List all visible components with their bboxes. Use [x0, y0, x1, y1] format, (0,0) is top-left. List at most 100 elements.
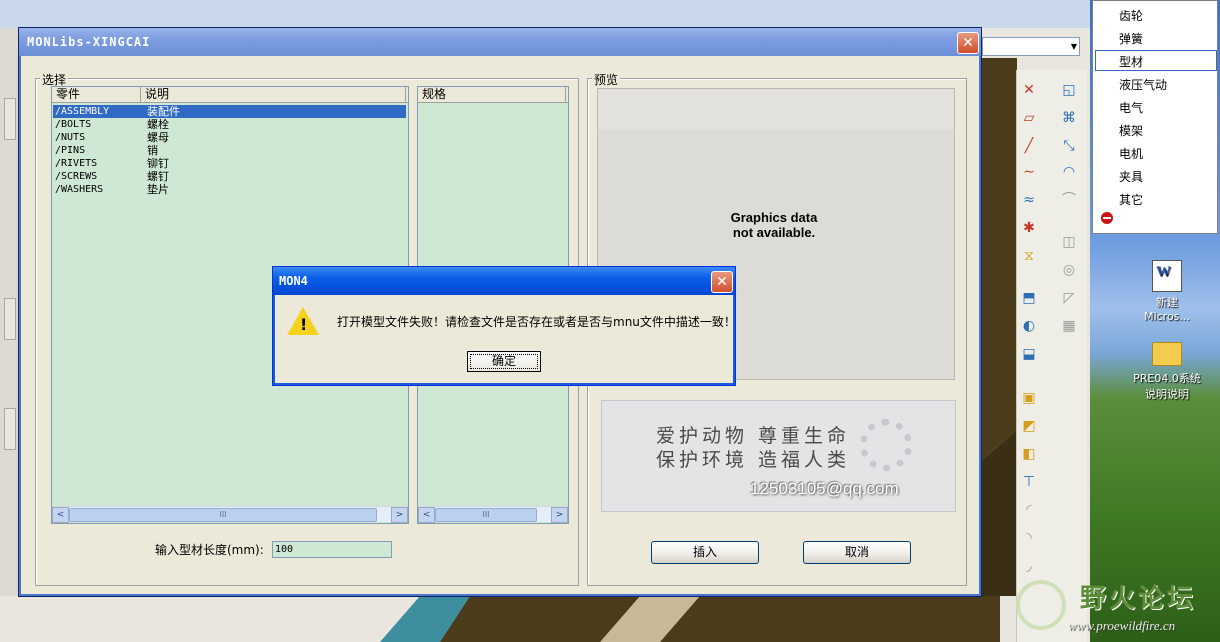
insert-button[interactable]: 插入 [651, 541, 759, 564]
curve-icon[interactable]: ∼ [1019, 162, 1039, 182]
column-header-spec[interactable]: 规格 [418, 87, 566, 102]
chamfer-icon[interactable]: ◝ [1019, 528, 1039, 548]
extrude-icon[interactable]: ⬒ [1019, 288, 1039, 308]
row-part: /WASHERS [55, 184, 104, 195]
window-close-button[interactable]: ✕ [957, 32, 979, 54]
window-titlebar[interactable]: MONLibs-XINGCAI ✕ [19, 28, 981, 56]
desktop-icon-label: Micros... [1144, 310, 1190, 323]
mirror-icon[interactable]: ◫ [1059, 232, 1079, 252]
menu-item-mold-base[interactable]: 模架 [1119, 122, 1143, 139]
shell-icon[interactable]: ◩ [1019, 416, 1039, 436]
parts-list-header: 零件 说明 [52, 87, 408, 103]
menu-item-profile[interactable]: 型材 [1119, 53, 1143, 70]
row-description: 垫片 [147, 183, 169, 196]
model-graphics-area[interactable] [982, 58, 1017, 642]
sketch-icon[interactable]: ≈ [1019, 190, 1039, 210]
stop-icon[interactable] [1101, 212, 1113, 224]
watermark-email: 12503105@qq.com [750, 479, 899, 498]
desktop-icon-label: 新建 [1156, 296, 1178, 309]
length-label: 输入型材长度(mm): [155, 543, 264, 557]
list-item[interactable]: /ASSEMBLY 装配件 [53, 105, 406, 118]
model-graphics-bottom [0, 596, 1090, 642]
row-description: 螺母 [147, 131, 169, 144]
left-panel-handle[interactable] [4, 408, 16, 450]
draft-icon[interactable]: ⊤ [1019, 472, 1039, 492]
background-toolbar-strip [0, 0, 1090, 28]
forum-watermark: 野火论坛 www.proewildfire.cn [1008, 574, 1218, 640]
category-menu: 齿轮 弹簧 型材 液压气动 电气 模架 电机 夹具 其它 [1092, 0, 1218, 234]
list-item[interactable]: /NUTS 螺母 [53, 131, 406, 144]
error-dialog-titlebar[interactable]: MON4 ✕ [273, 267, 735, 295]
row-part: /SCREWS [55, 171, 98, 182]
left-panel-handle[interactable] [4, 298, 16, 340]
fillet-icon[interactable]: ◞ [1019, 556, 1039, 576]
surface-icon[interactable]: ◠ [1059, 162, 1079, 182]
scroll-right-button[interactable]: > [391, 507, 408, 523]
right-toolbar: ✕ ◱ ▱ ⌘ ╱ ⤡ ∼ ◠ ≈ ⌒ ✱ ◫ ⧖ ◎ ◸ ⬒ ◐ ▦ ⬓ ▣ … [1016, 70, 1087, 642]
scroll-thumb[interactable]: III [69, 508, 377, 522]
coordinate-system-icon[interactable]: ✱ [1019, 218, 1039, 238]
forum-url: www.proewildfire.cn [1068, 618, 1176, 633]
menu-item-other[interactable]: 其它 [1119, 191, 1143, 208]
length-input[interactable]: 100 [272, 541, 392, 558]
hole-icon[interactable]: ▣ [1019, 388, 1039, 408]
desktop-icon-word-document[interactable]: W 新建 Micros... [1122, 260, 1212, 323]
rib-icon[interactable]: ◧ [1019, 444, 1039, 464]
column-header-part[interactable]: 零件 [52, 87, 141, 102]
scroll-left-button[interactable]: < [418, 507, 435, 523]
folder-icon [1152, 342, 1182, 366]
watermark-banner: 爱护动物 尊重生命 保护环境 造福人类 12503105@qq.com [601, 400, 956, 512]
ok-button[interactable]: 确定 [467, 351, 541, 372]
grid-icon[interactable]: ▦ [1059, 316, 1079, 336]
sweep-icon[interactable]: ⬓ [1019, 344, 1039, 364]
pattern-icon[interactable]: ⌘ [1059, 108, 1079, 128]
menu-item-motor[interactable]: 电机 [1119, 145, 1143, 162]
list-item[interactable]: /BOLTS 螺栓 [53, 118, 406, 131]
list-item[interactable]: /RIVETS 铆钉 [53, 157, 406, 170]
watermark-line-1: 爱护动物 尊重生命 [656, 425, 851, 447]
menu-item-gear[interactable]: 齿轮 [1119, 7, 1143, 24]
analysis-icon[interactable]: ⧖ [1019, 246, 1039, 266]
watermark-line-2: 保护环境 造福人类 [656, 449, 851, 471]
preview-message-line-2: not available. [732, 225, 816, 240]
datum-point-icon[interactable]: ✕ [1019, 80, 1039, 100]
menu-item-hydraulic[interactable]: 液压气动 [1119, 76, 1167, 93]
list-item[interactable]: /SCREWS 螺钉 [53, 170, 406, 183]
menu-item-spring[interactable]: 弹簧 [1119, 30, 1143, 47]
spec-horizontal-scrollbar[interactable]: < III > [418, 506, 568, 523]
round-icon[interactable]: ◜ [1019, 500, 1039, 520]
desktop-icon-folder[interactable]: PRE04.0系统 说明说明 [1122, 338, 1212, 402]
cancel-button[interactable]: 取消 [803, 541, 911, 564]
scroll-left-button[interactable]: < [52, 507, 69, 523]
copy-icon[interactable]: ◱ [1059, 80, 1079, 100]
desktop-icon-label: 说明说明 [1145, 388, 1189, 401]
scroll-thumb[interactable]: III [435, 508, 537, 522]
row-part: /ASSEMBLY [55, 106, 110, 117]
merge-icon[interactable]: ◎ [1059, 260, 1079, 280]
datum-plane-icon[interactable]: ▱ [1019, 108, 1039, 128]
menu-selection-highlight [1095, 50, 1217, 71]
row-part: /BOLTS [55, 119, 92, 130]
row-description: 销 [147, 144, 158, 157]
trim-icon[interactable]: ◸ [1059, 288, 1079, 308]
row-description: 螺栓 [147, 118, 169, 131]
revolve-icon[interactable]: ◐ [1019, 316, 1039, 336]
background-combo-box[interactable]: ▼ [982, 37, 1080, 56]
left-panel-handle[interactable] [4, 98, 16, 140]
parts-horizontal-scrollbar[interactable]: < III > [52, 506, 408, 523]
list-item[interactable]: /WASHERS 垫片 [53, 183, 406, 196]
menu-item-electric[interactable]: 电气 [1119, 99, 1143, 116]
window-title: MONLibs-XINGCAI [27, 35, 151, 49]
scale-icon[interactable]: ⤡ [1059, 136, 1079, 156]
preview-group-label: 预览 [592, 71, 621, 88]
scroll-right-button[interactable]: > [551, 507, 568, 523]
column-header-description[interactable]: 说明 [141, 87, 406, 102]
desktop-icon-label: PRE04.0系统 [1133, 372, 1201, 385]
boundary-icon[interactable]: ⌒ [1059, 190, 1079, 210]
error-message: 打开模型文件失败！请检查文件是否存在或者是否与mnu文件中描述一致！ [337, 315, 736, 329]
menu-item-fixture[interactable]: 夹具 [1119, 168, 1143, 185]
error-dialog-close-button[interactable]: ✕ [711, 271, 733, 293]
list-item[interactable]: /PINS 销 [53, 144, 406, 157]
datum-axis-icon[interactable]: ╱ [1019, 136, 1039, 156]
row-part: /RIVETS [55, 158, 98, 169]
